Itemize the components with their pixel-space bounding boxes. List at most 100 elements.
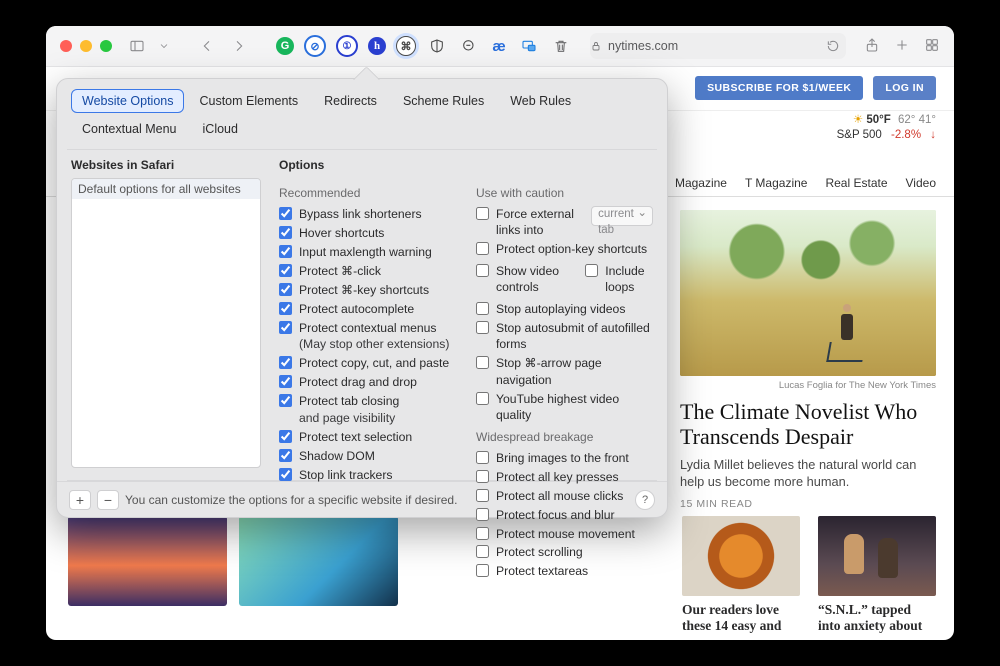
tab-web-rules[interactable]: Web Rules [499, 89, 582, 113]
checkbox[interactable] [279, 226, 292, 239]
nav-item[interactable]: Real Estate [825, 176, 887, 190]
tab-redirects[interactable]: Redirects [313, 89, 388, 113]
checkbox[interactable] [279, 321, 292, 334]
tab-contextual-menu[interactable]: Contextual Menu [71, 117, 188, 141]
login-button[interactable]: LOG IN [873, 76, 936, 100]
checkbox[interactable] [279, 375, 292, 388]
tab-website-options[interactable]: Website Options [71, 89, 184, 113]
extension-ae-icon[interactable]: æ [490, 37, 508, 55]
option-c2[interactable]: Show video controls [476, 263, 571, 296]
checkbox[interactable] [476, 470, 489, 483]
extension-magnifier-icon[interactable] [458, 35, 480, 57]
option-b0[interactable]: Bring images to the front [476, 450, 653, 466]
checkbox[interactable] [279, 468, 292, 481]
option-r6[interactable]: Protect contextual menus(May stop other … [279, 320, 456, 353]
option-r5[interactable]: Protect autocomplete [279, 301, 456, 317]
option-r3[interactable]: Protect ⌘-click [279, 263, 456, 279]
option-r9[interactable]: Protect tab closingand page visibility [279, 393, 456, 426]
minimize-window-button[interactable] [80, 40, 92, 52]
option-c5[interactable]: Stop ⌘-arrow page navigation [476, 355, 653, 388]
nav-item[interactable]: T Magazine [745, 176, 807, 190]
checkbox[interactable] [476, 207, 489, 220]
card-snl[interactable]: “S.N.L.” tapped into anxiety about [818, 516, 936, 634]
option-b6[interactable]: Protect textareas [476, 563, 653, 579]
option-r12[interactable]: Stop link trackers [279, 467, 456, 483]
option-r4[interactable]: Protect ⌘-key shortcuts [279, 282, 456, 298]
checkbox[interactable] [476, 302, 489, 315]
subscribe-button[interactable]: SUBSCRIBE FOR $1/WEEK [695, 76, 863, 100]
extension-honey-icon[interactable]: h [368, 37, 386, 55]
checkbox[interactable] [279, 449, 292, 462]
new-tab-icon[interactable] [894, 37, 910, 56]
checkbox[interactable] [279, 302, 292, 315]
checkbox[interactable] [279, 283, 292, 296]
close-window-button[interactable] [60, 40, 72, 52]
website-list[interactable]: Default options for all websites [71, 178, 261, 468]
checkbox[interactable] [476, 508, 489, 521]
tab-icloud[interactable]: iCloud [192, 117, 249, 141]
tab-target-select[interactable]: current tab [591, 206, 653, 226]
extension-pip-icon[interactable] [518, 35, 540, 57]
option-b4[interactable]: Protect mouse movement [476, 526, 653, 542]
option-r2[interactable]: Input maxlength warning [279, 244, 456, 260]
tab-scheme-rules[interactable]: Scheme Rules [392, 89, 495, 113]
checkbox[interactable] [279, 430, 292, 443]
option-r10[interactable]: Protect text selection [279, 429, 456, 445]
checkbox[interactable] [585, 264, 598, 277]
tab-overview-icon[interactable] [924, 37, 940, 56]
option-r8[interactable]: Protect drag and drop [279, 374, 456, 390]
checkbox[interactable] [476, 392, 489, 405]
option-c6[interactable]: YouTube highest video quality [476, 391, 653, 424]
extension-trash-icon[interactable] [550, 35, 572, 57]
reload-icon[interactable] [826, 39, 840, 53]
checkbox[interactable] [279, 207, 292, 220]
option-c4[interactable]: Stop autosubmit of autofilled forms [476, 320, 653, 353]
checkbox[interactable] [476, 489, 489, 502]
checkbox[interactable] [476, 527, 489, 540]
checkbox[interactable] [476, 451, 489, 464]
checkbox[interactable] [476, 356, 489, 369]
share-icon[interactable] [864, 37, 880, 56]
checkbox[interactable] [476, 264, 489, 277]
list-item[interactable]: Default options for all websites [72, 179, 260, 199]
option-c0[interactable]: Force external links intocurrent tab [476, 206, 653, 239]
address-bar[interactable]: nytimes.com [590, 33, 846, 59]
tab-custom-elements[interactable]: Custom Elements [188, 89, 309, 113]
cover-story[interactable]: Lucas Foglia for The New York Times The … [680, 210, 936, 510]
thumb-image[interactable] [68, 516, 227, 606]
help-button[interactable]: ? [635, 490, 655, 510]
chevron-down-icon[interactable] [158, 35, 170, 57]
back-button[interactable] [196, 35, 218, 57]
maximize-window-button[interactable] [100, 40, 112, 52]
cover-headline[interactable]: The Climate Novelist Who Transcends Desp… [680, 399, 936, 450]
checkbox[interactable] [279, 394, 292, 407]
option-r1[interactable]: Hover shortcuts [279, 225, 456, 241]
checkbox[interactable] [279, 264, 292, 277]
extension-noscript-icon[interactable]: ⊘ [304, 35, 326, 57]
option-b1[interactable]: Protect all key presses [476, 469, 653, 485]
checkbox[interactable] [279, 245, 292, 258]
option-c2b[interactable]: Include loops [585, 263, 653, 296]
extension-stopthemadness-icon[interactable]: ⌘ [396, 36, 416, 56]
option-r0[interactable]: Bypass link shorteners [279, 206, 456, 222]
option-c3[interactable]: Stop autoplaying videos [476, 301, 653, 317]
sidebar-toggle-icon[interactable] [126, 35, 148, 57]
checkbox[interactable] [476, 242, 489, 255]
card-food[interactable]: Our readers love these 14 easy and [682, 516, 800, 634]
nav-item[interactable]: Video [906, 176, 936, 190]
option-r7[interactable]: Protect copy, cut, and paste [279, 355, 456, 371]
checkbox[interactable] [476, 564, 489, 577]
option-b2[interactable]: Protect all mouse clicks [476, 488, 653, 504]
checkbox[interactable] [476, 545, 489, 558]
option-r11[interactable]: Shadow DOM [279, 448, 456, 464]
extension-shield-icon[interactable] [426, 35, 448, 57]
remove-website-button[interactable]: − [97, 490, 119, 510]
checkbox[interactable] [476, 321, 489, 334]
nav-item[interactable]: Magazine [675, 176, 727, 190]
option-b3[interactable]: Protect focus and blur [476, 507, 653, 523]
checkbox[interactable] [279, 356, 292, 369]
option-c1[interactable]: Protect option-key shortcuts [476, 241, 653, 257]
extension-grammarly-icon[interactable]: G [276, 37, 294, 55]
window-controls[interactable] [60, 40, 112, 52]
forward-button[interactable] [228, 35, 250, 57]
